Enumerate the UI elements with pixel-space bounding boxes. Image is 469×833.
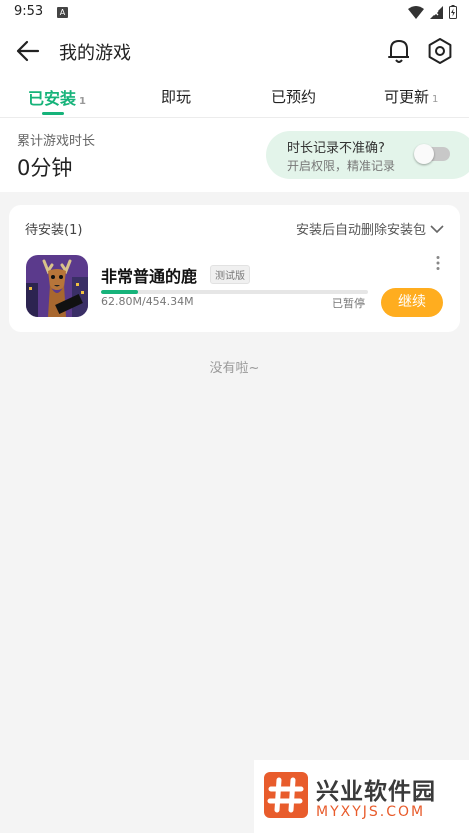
playtime-label: 累计游戏时长 — [17, 134, 96, 149]
settings-button[interactable] — [426, 37, 454, 65]
battery-icon — [449, 5, 457, 19]
tab-bar: 已安装 1 即玩 已预约 可更新 1 — [0, 76, 469, 118]
tab-instant-play-label: 即玩 — [161, 88, 192, 106]
notification-a-icon: A — [57, 7, 68, 18]
deer-game-icon — [26, 255, 88, 317]
tip-subtitle: 开启权限，精准记录 — [287, 159, 396, 173]
toggle-knob — [414, 144, 434, 164]
record-permission-toggle[interactable] — [414, 144, 450, 164]
page-title: 我的游戏 — [59, 43, 131, 64]
chevron-down-icon — [430, 224, 444, 233]
tab-indicator — [42, 112, 64, 115]
download-progress-fill — [101, 290, 138, 294]
continue-button[interactable]: 继续 — [381, 288, 443, 317]
download-progress-bar — [101, 290, 368, 294]
watermark-logo-icon — [264, 772, 308, 818]
app-bar: 我的游戏 — [0, 26, 469, 76]
notifications-button[interactable] — [386, 37, 412, 65]
tab-reserved-label: 已预约 — [271, 88, 317, 106]
back-button[interactable] — [14, 38, 42, 64]
game-icon[interactable] — [26, 255, 88, 317]
pending-install-title: 待安装(1) — [25, 223, 83, 238]
tab-updatable-count: 1 — [432, 94, 439, 105]
bell-icon — [388, 40, 409, 63]
download-status: 已暂停 — [332, 297, 365, 310]
watermark-title: 兴业软件园 — [316, 779, 436, 805]
tab-reserved[interactable]: 已预约 — [271, 86, 316, 107]
tab-installed-count: 1 — [79, 96, 86, 107]
playtime-value: 0分钟 — [17, 156, 73, 180]
more-vertical-icon — [436, 256, 440, 270]
tab-installed-label: 已安装 — [28, 89, 77, 108]
watermark-subtitle: MYXYJS.COM — [316, 804, 426, 820]
empty-list-text: 没有啦~ — [209, 361, 260, 376]
signal-icon — [430, 5, 443, 19]
back-arrow-icon — [16, 40, 40, 62]
more-options-button[interactable] — [431, 255, 445, 271]
download-size-text: 62.80M/454.34M — [101, 295, 194, 308]
pending-install-card: 待安装(1) 安装后自动删除安装包 非常普通的鹿 测试版 62.80M/454.… — [9, 205, 460, 332]
auto-delete-label: 安装后自动删除安装包 — [295, 223, 426, 238]
game-name: 非常普通的鹿 — [101, 267, 198, 286]
permission-tip-card[interactable]: 时长记录不准确? 开启权限，精准记录 — [266, 131, 469, 179]
tab-updatable-label: 可更新 — [384, 88, 430, 106]
tip-title: 时长记录不准确? — [287, 141, 385, 156]
tab-instant-play[interactable]: 即玩 — [161, 86, 191, 107]
settings-hexagon-icon — [428, 38, 452, 64]
tab-updatable[interactable]: 可更新 1 — [384, 86, 438, 107]
playtime-summary: 累计游戏时长 0分钟 时长记录不准确? 开启权限，精准记录 — [0, 118, 469, 192]
watermark: 兴业软件园 MYXYJS.COM — [254, 760, 469, 833]
wifi-icon — [408, 5, 424, 19]
beta-badge: 测试版 — [210, 265, 250, 284]
auto-delete-dropdown[interactable]: 安装后自动删除安装包 — [296, 219, 444, 238]
status-time: 9:53 — [14, 4, 44, 19]
tab-installed[interactable]: 已安装 1 — [28, 85, 86, 109]
status-bar: 9:53 A — [0, 0, 469, 26]
